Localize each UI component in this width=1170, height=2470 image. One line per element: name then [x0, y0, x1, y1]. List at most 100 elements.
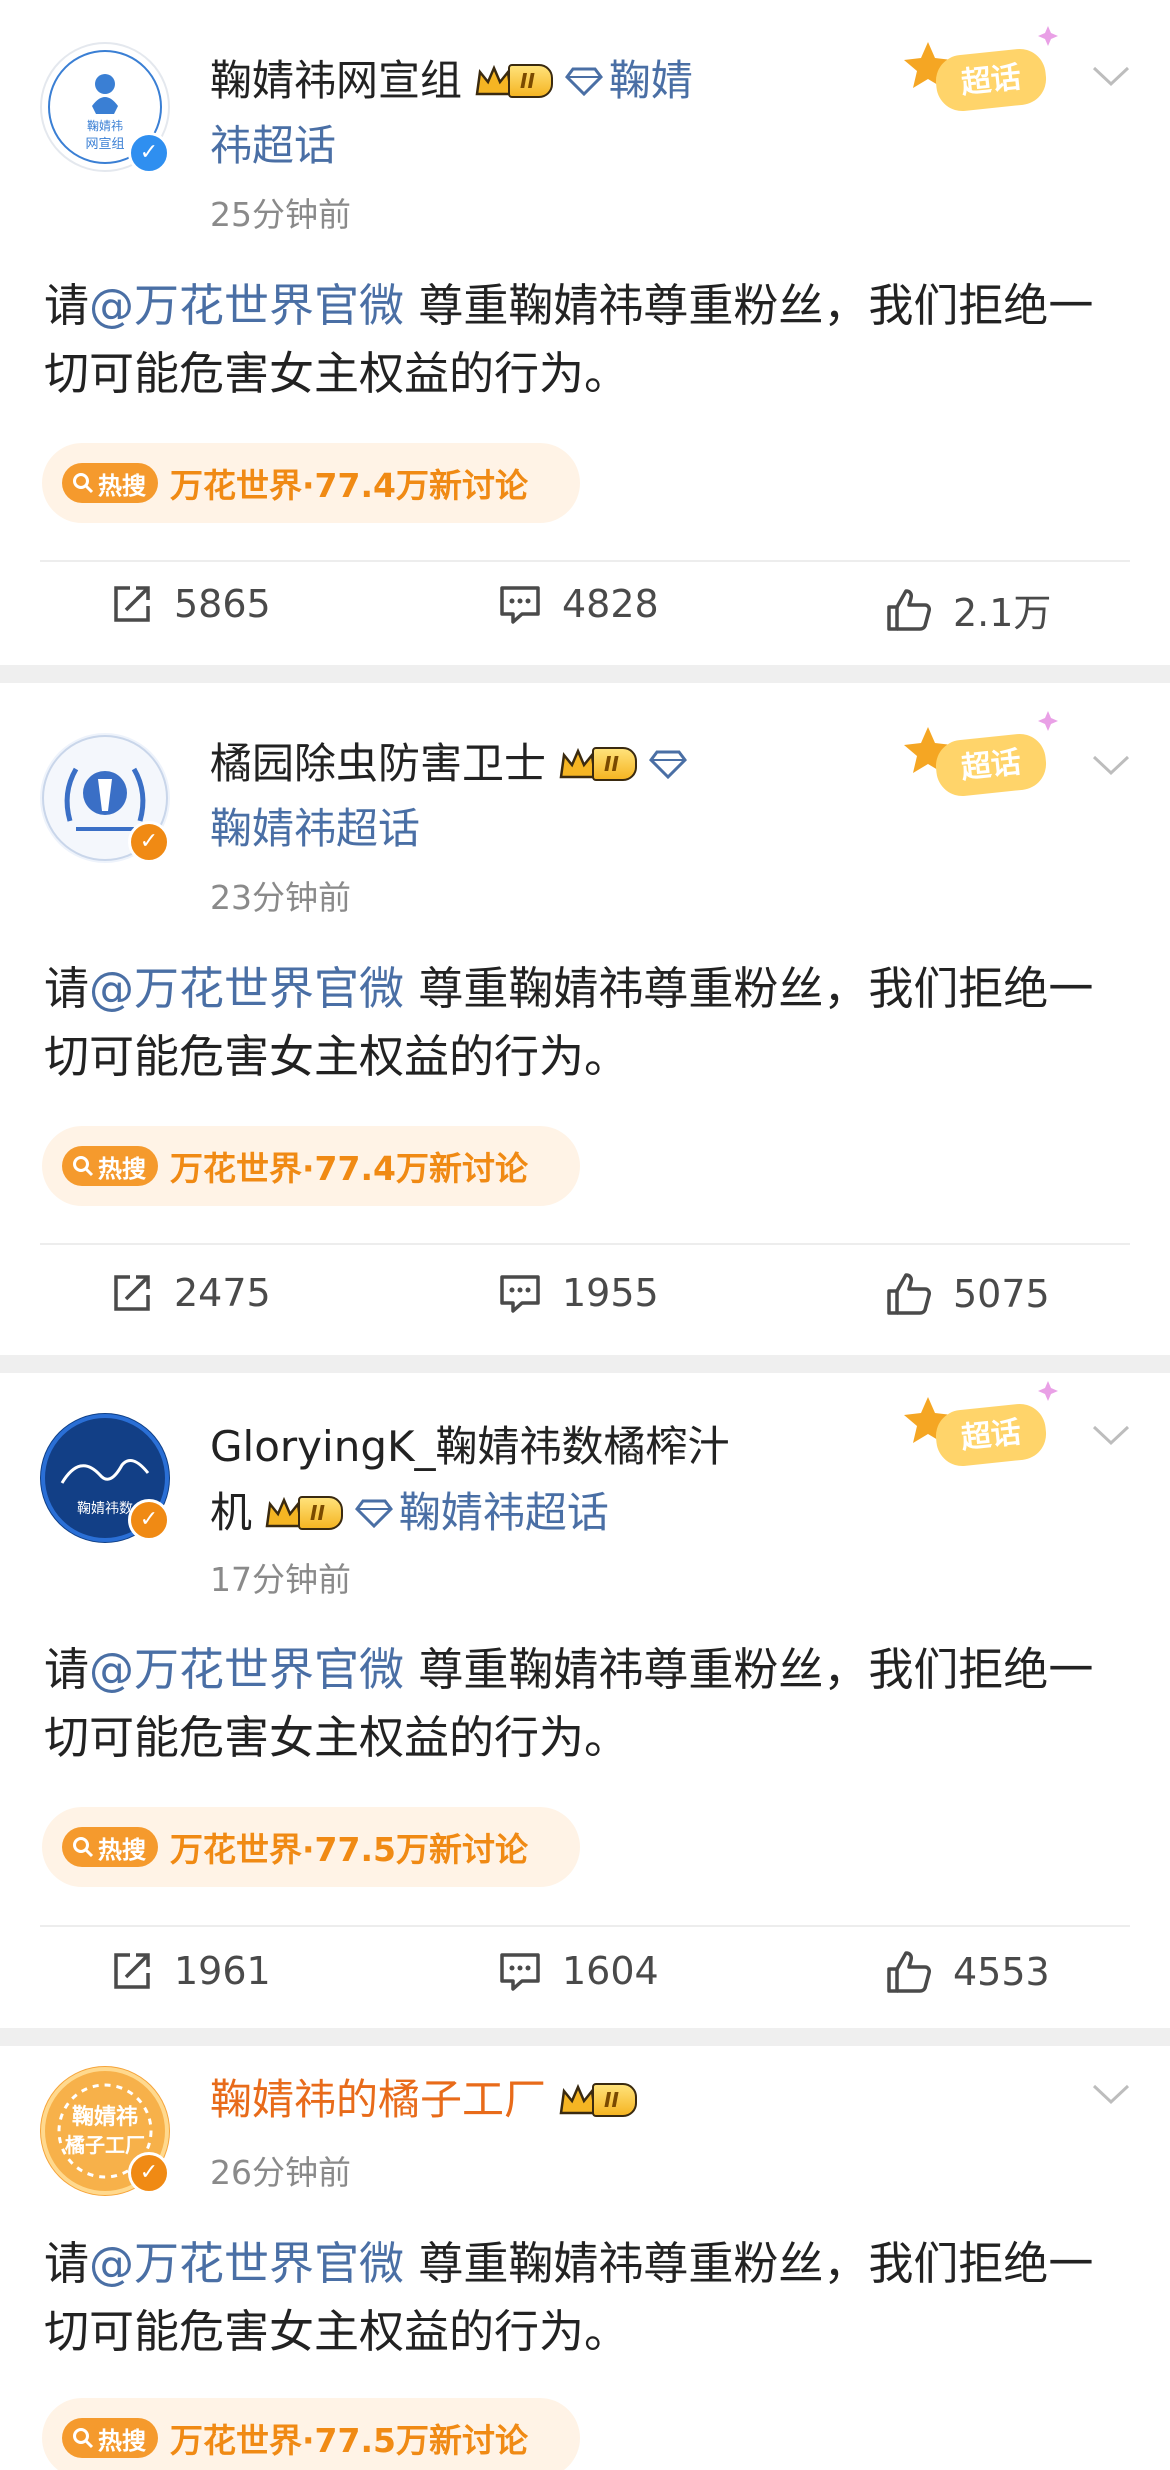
member-level-badge[interactable]: II [558, 744, 637, 784]
member-level-badge[interactable]: II [264, 1493, 343, 1533]
username[interactable]: 橘园除虫防害卫士 [210, 738, 546, 790]
action-bar: 1961 1604 4553 [0, 1949, 1170, 2009]
avatar-text: 橘子工厂 [65, 2133, 145, 2157]
verified-badge: ✓ [128, 1499, 170, 1541]
chaohua-text: 超话 [959, 60, 1022, 101]
chevron-down-icon[interactable] [1090, 62, 1132, 90]
chevron-down-icon[interactable] [1090, 1421, 1132, 1449]
username[interactable]: 鞠婧祎的橘子工厂 [210, 2074, 546, 2126]
supertopic-link[interactable]: 鞠婧 [609, 55, 693, 107]
text-segment: 请 [44, 279, 90, 332]
repost-icon [114, 586, 150, 622]
text-segment: 请 [44, 2237, 90, 2290]
post-header-line2: 祎超话 [210, 120, 336, 172]
mention-link[interactable]: @万花世界官微 [89, 962, 404, 1015]
divider [40, 1243, 1130, 1245]
avatar-text: 网宣组 [85, 136, 124, 152]
action-bar: 2475 1955 5075 [0, 1271, 1170, 1331]
post-header: 鞠婧祎网宣组 II 鞠婧 [210, 55, 693, 107]
hot-search-chip[interactable]: 热搜 万花世界·77.4万新讨论 [42, 443, 580, 523]
diamond-icon [648, 750, 687, 779]
chaohua-text: 超话 [959, 745, 1022, 786]
hot-search-chip[interactable]: 热搜 万花世界·77.4万新讨论 [42, 1126, 580, 1206]
action-bar: 5865 4828 2.1万 [0, 582, 1170, 642]
hot-search-tag: 热搜 [62, 2418, 158, 2458]
comment-count: 4828 [562, 582, 659, 626]
chevron-down-icon[interactable] [1090, 2080, 1132, 2108]
repost-button[interactable]: 1961 [110, 1949, 271, 1993]
hot-search-chip[interactable]: 热搜 万花世界·77.5万新讨论 [42, 1807, 580, 1887]
card-gap [0, 2028, 1170, 2046]
post-header-line2: 机 II 鞠婧祎超话 [210, 1487, 609, 1539]
thumbs-up-icon [887, 1273, 931, 1315]
diamond-icon [564, 67, 603, 96]
chevron-down-icon[interactable] [1090, 751, 1132, 779]
level-label: II [508, 64, 553, 98]
post-header: 鞠婧祎的橘子工厂 II [210, 2074, 637, 2126]
supertopic-link[interactable]: 鞠婧祎超话 [399, 1487, 609, 1539]
avatar-text: 鞠婧祎数 [77, 1501, 133, 1517]
username-continued[interactable]: 机 [210, 1487, 252, 1539]
post-text: 请@万花世界官微 尊重鞠婧祎尊重粉丝，我们拒绝一切可能危害女主权益的行为。 [44, 955, 1134, 1091]
text-segment: 请 [44, 1643, 90, 1696]
chaohua-text: 超话 [959, 1415, 1022, 1456]
hot-search-tag: 热搜 [62, 1827, 158, 1867]
username[interactable]: GloryingK_鞠婧祎数橘榨汁 [210, 1421, 730, 1473]
repost-count: 5865 [174, 582, 271, 626]
supertopic-link[interactable]: 鞠婧祎超话 [210, 803, 420, 855]
divider [40, 1925, 1130, 1927]
comment-button[interactable]: 1604 [498, 1949, 659, 1993]
hot-search-text: 万花世界·77.5万新讨论 [170, 2421, 528, 2460]
diamond-icon [354, 1499, 393, 1528]
comment-count: 1604 [562, 1949, 659, 1993]
post-header: GloryingK_鞠婧祎数橘榨汁 [210, 1421, 730, 1473]
chaohua-sticker[interactable]: 超话 [888, 703, 1078, 813]
post-text: 请@万花世界官微 尊重鞠婧祎尊重粉丝，我们拒绝一切可能危害女主权益的行为。 [44, 272, 1134, 408]
post-card: ✓ 橘园除虫防害卫士 II 鞠婧祎超话 23分钟前 超话 请@万花世界官微 尊重… [0, 683, 1170, 1355]
comment-icon [500, 1275, 540, 1313]
thumbs-up-icon [887, 588, 931, 631]
mention-link[interactable]: @万花世界官微 [89, 279, 404, 332]
username[interactable]: 鞠婧祎网宣组 [210, 55, 462, 107]
post-header: 橘园除虫防害卫士 II [210, 738, 693, 790]
hot-search-tag: 热搜 [62, 463, 158, 503]
post-text: 请@万花世界官微 尊重鞠婧祎尊重粉丝，我们拒绝一切可能危害女主权益的行为。 [44, 1636, 1134, 1772]
level-label: II [298, 1496, 343, 1530]
card-gap [0, 1355, 1170, 1373]
comment-button[interactable]: 4828 [498, 582, 659, 626]
search-icon [73, 473, 94, 494]
level-label: II [592, 2083, 637, 2117]
chaohua-sticker[interactable]: 超话 [888, 1373, 1078, 1483]
post-text: 请@万花世界官微 尊重鞠婧祎尊重粉丝，我们拒绝一切可能危害女主权益的行为。 [44, 2230, 1134, 2366]
avatar-text: 鞠婧祎 [72, 2104, 138, 2130]
mention-link[interactable]: @万花世界官微 [89, 2237, 404, 2290]
hot-search-tag: 热搜 [62, 1146, 158, 1186]
mention-link[interactable]: @万花世界官微 [89, 1643, 404, 1696]
member-level-badge[interactable]: II [474, 61, 553, 101]
hot-tag-label: 热搜 [98, 1154, 146, 1183]
hot-search-text: 万花世界·77.5万新讨论 [170, 1830, 528, 1869]
hot-tag-label: 热搜 [98, 471, 146, 500]
post-time: 25分钟前 [210, 195, 351, 234]
post-card: 鞠婧祎 网宣组 ✓ 鞠婧祎网宣组 II 鞠婧 祎超话 25分钟前 超话 请@万花… [0, 0, 1170, 665]
post-header-line2: 鞠婧祎超话 [210, 803, 420, 855]
like-button[interactable]: 4553 [885, 1949, 1050, 1995]
comment-icon [500, 1953, 540, 1991]
hot-tag-label: 热搜 [98, 2426, 146, 2455]
post-time: 17分钟前 [210, 1560, 351, 1599]
chaohua-sticker[interactable]: 超话 [888, 18, 1078, 128]
repost-icon [114, 1275, 150, 1311]
like-count: 4553 [953, 1950, 1050, 1994]
like-button[interactable]: 2.1万 [885, 582, 1051, 637]
like-button[interactable]: 5075 [885, 1271, 1050, 1317]
level-label: II [592, 747, 637, 781]
supertopic-link[interactable]: 祎超话 [210, 120, 336, 172]
post-card: 鞠婧祎数 ✓ GloryingK_鞠婧祎数橘榨汁 机 II 鞠婧祎超话 17分钟… [0, 1373, 1170, 2028]
comment-button[interactable]: 1955 [498, 1271, 659, 1315]
member-level-badge[interactable]: II [558, 2080, 637, 2120]
repost-button[interactable]: 5865 [110, 582, 271, 626]
repost-button[interactable]: 2475 [110, 1271, 271, 1315]
comment-count: 1955 [562, 1271, 659, 1315]
hot-search-text: 万花世界·77.4万新讨论 [170, 1149, 528, 1188]
hot-search-chip[interactable]: 热搜 万花世界·77.5万新讨论 [42, 2398, 580, 2470]
